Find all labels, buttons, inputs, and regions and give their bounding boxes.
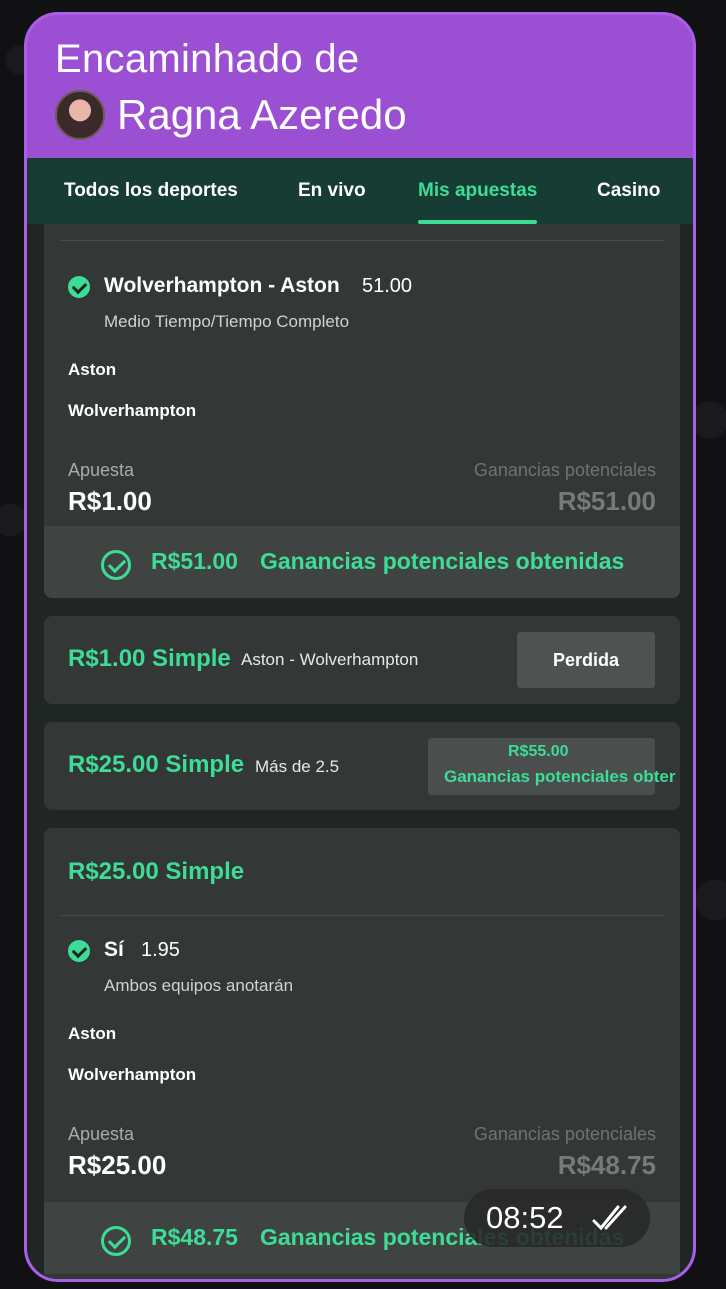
selection-title: Wolverhampton - Aston — [104, 274, 340, 297]
bet-title: R$25.00 Simple — [68, 751, 245, 778]
bet-card-htft[interactable]: Wolverhampton - Aston 51.00 Medio Tiempo… — [44, 224, 680, 598]
market-name: Ambos equipos anotarán — [104, 976, 294, 995]
double-check-icon — [592, 1205, 627, 1231]
potential-label: Ganancias potenciales — [473, 1124, 656, 1144]
top-navigation: Todos los deportes En vivo Mis apuestas … — [27, 158, 693, 224]
team-home: Aston — [68, 1024, 117, 1043]
potential-amount: R$51.00 — [557, 486, 656, 516]
divider — [61, 240, 664, 241]
team-home: Aston — [68, 360, 117, 379]
market-name: Medio Tiempo/Tiempo Completo — [104, 312, 350, 331]
status-lost-button[interactable]: Perdida — [517, 632, 655, 688]
stake-amount: R$25.00 — [68, 1150, 167, 1180]
winnings-obtained-bar: R$51.00 Ganancias potenciales obtenidas — [44, 526, 680, 598]
screenshot-image[interactable]: Todos los deportes En vivo Mis apuestas … — [27, 158, 693, 1279]
won-text: Ganancias potenciales obtenidas — [260, 548, 625, 574]
won-amount: R$51.00 — [151, 548, 238, 574]
forwarded-from-label: Encaminhado de — [55, 37, 360, 81]
check-icon — [68, 940, 90, 962]
bet-match: Aston - Wolverhampton — [241, 650, 419, 669]
divider — [61, 915, 664, 916]
message-time: 08:52 — [486, 1200, 564, 1235]
team-away: Wolverhampton — [68, 1065, 197, 1084]
cashout-text: Ganancias potenciales obter — [444, 767, 676, 786]
stake-amount: R$1.00 — [68, 486, 152, 516]
sender-name[interactable]: Ragna Azeredo — [117, 89, 407, 141]
potential-amount: R$48.75 — [557, 1150, 656, 1180]
selection-odds: 51.00 — [362, 275, 413, 297]
sender-avatar[interactable] — [55, 90, 105, 140]
message-timestamp: 08:52 — [464, 1189, 650, 1247]
tab-todos-los-deportes[interactable]: Todos los deportes — [64, 158, 238, 224]
stake-label: Apuesta — [68, 460, 135, 480]
bet-title: R$25.00 Simple — [68, 858, 245, 885]
bet-card-simple-over[interactable]: R$25.00 Simple Más de 2.5 R$55.00 Gananc… — [44, 722, 680, 810]
selection-odds: 1.95 — [141, 939, 180, 961]
cashout-amount: R$55.00 — [508, 743, 569, 760]
bet-match: Más de 2.5 — [255, 757, 340, 776]
forward-header: Encaminhado de Ragna Azeredo — [27, 15, 693, 158]
selection-title: Sí — [104, 938, 124, 961]
tab-mis-apuestas[interactable]: Mis apuestas — [418, 158, 538, 224]
bet-card-simple-lost[interactable]: R$1.00 Simple Aston - Wolverhampton Perd… — [44, 616, 680, 704]
won-amount: R$48.75 — [151, 1224, 238, 1250]
bet-title: R$1.00 Simple — [68, 645, 231, 672]
team-away: Wolverhampton — [68, 401, 197, 420]
potential-label: Ganancias potenciales — [473, 460, 656, 480]
stake-label: Apuesta — [68, 1124, 135, 1144]
tab-casino[interactable]: Casino — [597, 158, 660, 224]
tab-en-vivo[interactable]: En vivo — [298, 158, 366, 224]
check-circle-icon — [101, 1226, 131, 1256]
check-icon — [68, 276, 90, 298]
forwarded-message-bubble[interactable]: Encaminhado de Ragna Azeredo Todos los d… — [24, 12, 696, 1282]
check-circle-icon — [101, 550, 131, 580]
